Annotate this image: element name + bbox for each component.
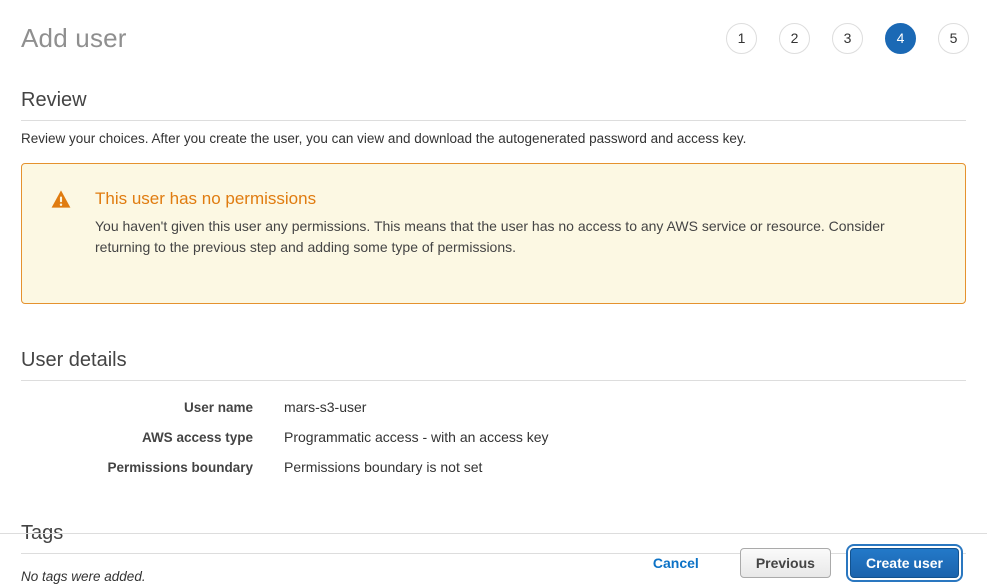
detail-label: User name <box>21 398 253 417</box>
detail-row-user-name: User name mars-s3-user <box>21 398 966 417</box>
detail-value: Permissions boundary is not set <box>284 458 482 477</box>
review-section: Review Review your choices. After you cr… <box>21 89 966 146</box>
page-title: Add user <box>21 23 127 54</box>
wizard-step-4-active[interactable]: 4 <box>885 23 916 54</box>
wizard-step-2[interactable]: 2 <box>779 23 810 54</box>
detail-value: mars-s3-user <box>284 398 366 417</box>
warning-content: This user has no permissions You haven't… <box>95 189 935 258</box>
review-description: Review your choices. After you create th… <box>21 131 966 146</box>
detail-value: Programmatic access - with an access key <box>284 428 549 447</box>
detail-label: AWS access type <box>21 428 253 447</box>
create-user-button[interactable]: Create user <box>850 548 959 578</box>
review-heading: Review <box>21 89 966 121</box>
cancel-link[interactable]: Cancel <box>653 555 699 571</box>
detail-label: Permissions boundary <box>21 458 253 477</box>
wizard-step-5[interactable]: 5 <box>938 23 969 54</box>
wizard-footer: Cancel Previous Create user <box>0 533 987 581</box>
wizard-header: Add user 1 2 3 4 5 <box>0 0 987 58</box>
previous-button[interactable]: Previous <box>740 548 831 578</box>
user-details-rows: User name mars-s3-user AWS access type P… <box>21 398 966 477</box>
wizard-steps: 1 2 3 4 5 <box>726 23 969 54</box>
no-permissions-warning: This user has no permissions You haven't… <box>21 163 966 304</box>
detail-row-access-type: AWS access type Programmatic access - wi… <box>21 428 966 447</box>
warning-triangle-icon <box>51 190 71 208</box>
user-details-heading: User details <box>21 349 966 381</box>
detail-row-permissions-boundary: Permissions boundary Permissions boundar… <box>21 458 966 477</box>
warning-title: This user has no permissions <box>95 189 935 209</box>
warning-body: You haven't given this user any permissi… <box>95 216 935 258</box>
wizard-step-3[interactable]: 3 <box>832 23 863 54</box>
user-details-section: User details User name mars-s3-user AWS … <box>21 349 966 477</box>
main-content: Review Review your choices. After you cr… <box>0 89 987 584</box>
wizard-step-1[interactable]: 1 <box>726 23 757 54</box>
add-user-wizard-page: Add user 1 2 3 4 5 Review Review your ch… <box>0 0 987 581</box>
